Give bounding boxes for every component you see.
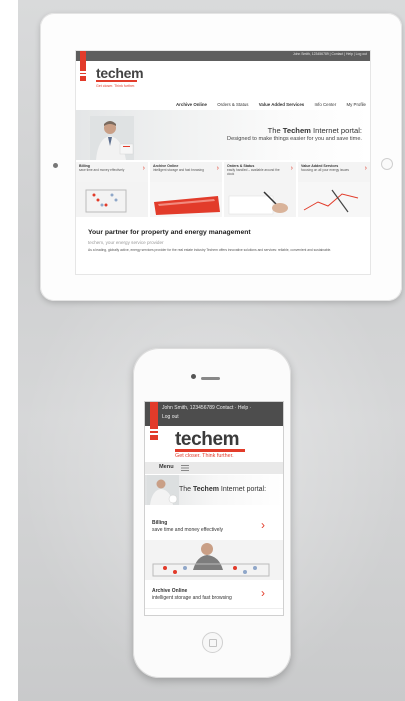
item-subtitle: save time and money effectively	[152, 527, 224, 533]
chevron-right-icon: ›	[261, 518, 265, 532]
menu-bar[interactable]: Menu	[145, 462, 283, 474]
logout-link[interactable]: Log out	[162, 414, 179, 420]
logo-underline	[96, 80, 137, 82]
logo-tagline: Get closer. Think further.	[175, 453, 234, 459]
card-text: intelligent storage and fast browsing	[153, 168, 204, 172]
card-orders-status[interactable]: Orders & Status easily handled – availab…	[224, 162, 296, 217]
chevron-right-icon: ›	[364, 165, 367, 172]
folder-photo-icon	[150, 182, 222, 217]
nav-archive-online[interactable]: Archive Online	[176, 102, 207, 107]
partner-paragraph: As a leading, globally active, energy se…	[88, 248, 332, 252]
chevron-right-icon: ›	[142, 165, 145, 172]
abacus-photo-icon	[145, 540, 283, 580]
iphone-speaker	[201, 377, 220, 380]
main-nav: Archive Online Orders & Status Value Add…	[176, 102, 366, 107]
businessman-photo-icon	[147, 475, 179, 505]
nav-value-added-services[interactable]: Value Added Services	[259, 102, 304, 107]
logo-underline	[175, 449, 245, 452]
hamburger-menu-icon[interactable]	[181, 465, 189, 471]
hero-title-prefix: The	[179, 486, 194, 493]
hero-banner: The Techem Internet portal: Designed to …	[76, 110, 370, 160]
item-subtitle: intelligent storage and fast browsing	[152, 595, 232, 601]
abacus-photo-icon	[76, 182, 148, 217]
hero-title-brand: Techem	[282, 126, 311, 135]
chevron-right-icon: ›	[216, 165, 219, 172]
top-bar: John Smith, 123456789 | Contact | Help |…	[76, 51, 370, 61]
logo-tagline: Get closer. Think further.	[96, 84, 136, 88]
brand-red-bar	[150, 402, 158, 440]
iphone-camera	[191, 374, 196, 379]
nav-orders-status[interactable]: Orders & Status	[217, 102, 248, 107]
businessman-photo-icon	[90, 116, 134, 160]
card-archive-online[interactable]: Archive Online intelligent storage and f…	[150, 162, 222, 217]
hero-title-brand: Techem	[193, 486, 219, 493]
brand-red-bar	[80, 51, 86, 81]
ipad-home-button[interactable]	[381, 158, 393, 170]
list-item-billing[interactable]: Billing save time and money effectively …	[145, 514, 283, 541]
hero-title: The Techem Internet portal:	[268, 126, 362, 135]
item-title: Archive Online	[152, 588, 188, 594]
chevron-right-icon: ›	[290, 165, 293, 172]
chart-pen-photo-icon	[298, 182, 370, 217]
techem-logo[interactable]: techem	[96, 65, 144, 81]
ipad-screen: John Smith, 123456789 | Contact | Help |…	[76, 51, 370, 274]
writing-hand-photo-icon	[224, 182, 296, 217]
nav-my-profile[interactable]: My Profile	[346, 102, 366, 107]
hero-title-suffix: Internet portal:	[310, 126, 362, 135]
hero-subtitle: Designed to make things easier for you a…	[227, 136, 362, 142]
account-links[interactable]: John Smith, 123456789 Contact · Help ·	[162, 405, 251, 411]
nav-info-center[interactable]: Info Center	[314, 102, 336, 107]
chevron-right-icon: ›	[261, 586, 265, 600]
list-item-archive-online[interactable]: Archive Online intelligent storage and f…	[145, 582, 283, 609]
mobile-hero-title: The Techem Internet portal:	[179, 486, 266, 493]
card-billing[interactable]: Billing save time and money effectively …	[76, 162, 148, 217]
ipad-camera	[53, 163, 58, 168]
card-text: save time and money effectively	[79, 168, 125, 172]
hero-title-prefix: The	[267, 126, 283, 135]
card-value-added-services[interactable]: Value Added Services focusing on all you…	[298, 162, 370, 217]
techem-logo[interactable]: techem	[175, 429, 240, 451]
mobile-top-bar: John Smith, 123456789 Contact · Help · L…	[145, 402, 283, 426]
mobile-hero: The Techem Internet portal:	[145, 475, 283, 505]
item-title: Billing	[152, 520, 168, 526]
service-cards: Billing save time and money effectively …	[76, 162, 370, 217]
hero-title-suffix: Internet portal:	[218, 486, 267, 493]
partner-subheading: techem, your energy service provider	[88, 240, 164, 245]
card-text: easily handled – available around the cl…	[227, 168, 280, 176]
account-links[interactable]: John Smith, 123456789 | Contact | Help |…	[293, 52, 367, 56]
partner-heading: Your partner for property and energy man…	[88, 229, 251, 236]
menu-label: Menu	[159, 464, 174, 470]
card-text: focusing on all your energy issues	[301, 168, 350, 172]
iphone-home-button[interactable]	[202, 632, 223, 653]
iphone-screen: John Smith, 123456789 Contact · Help · L…	[145, 402, 283, 615]
